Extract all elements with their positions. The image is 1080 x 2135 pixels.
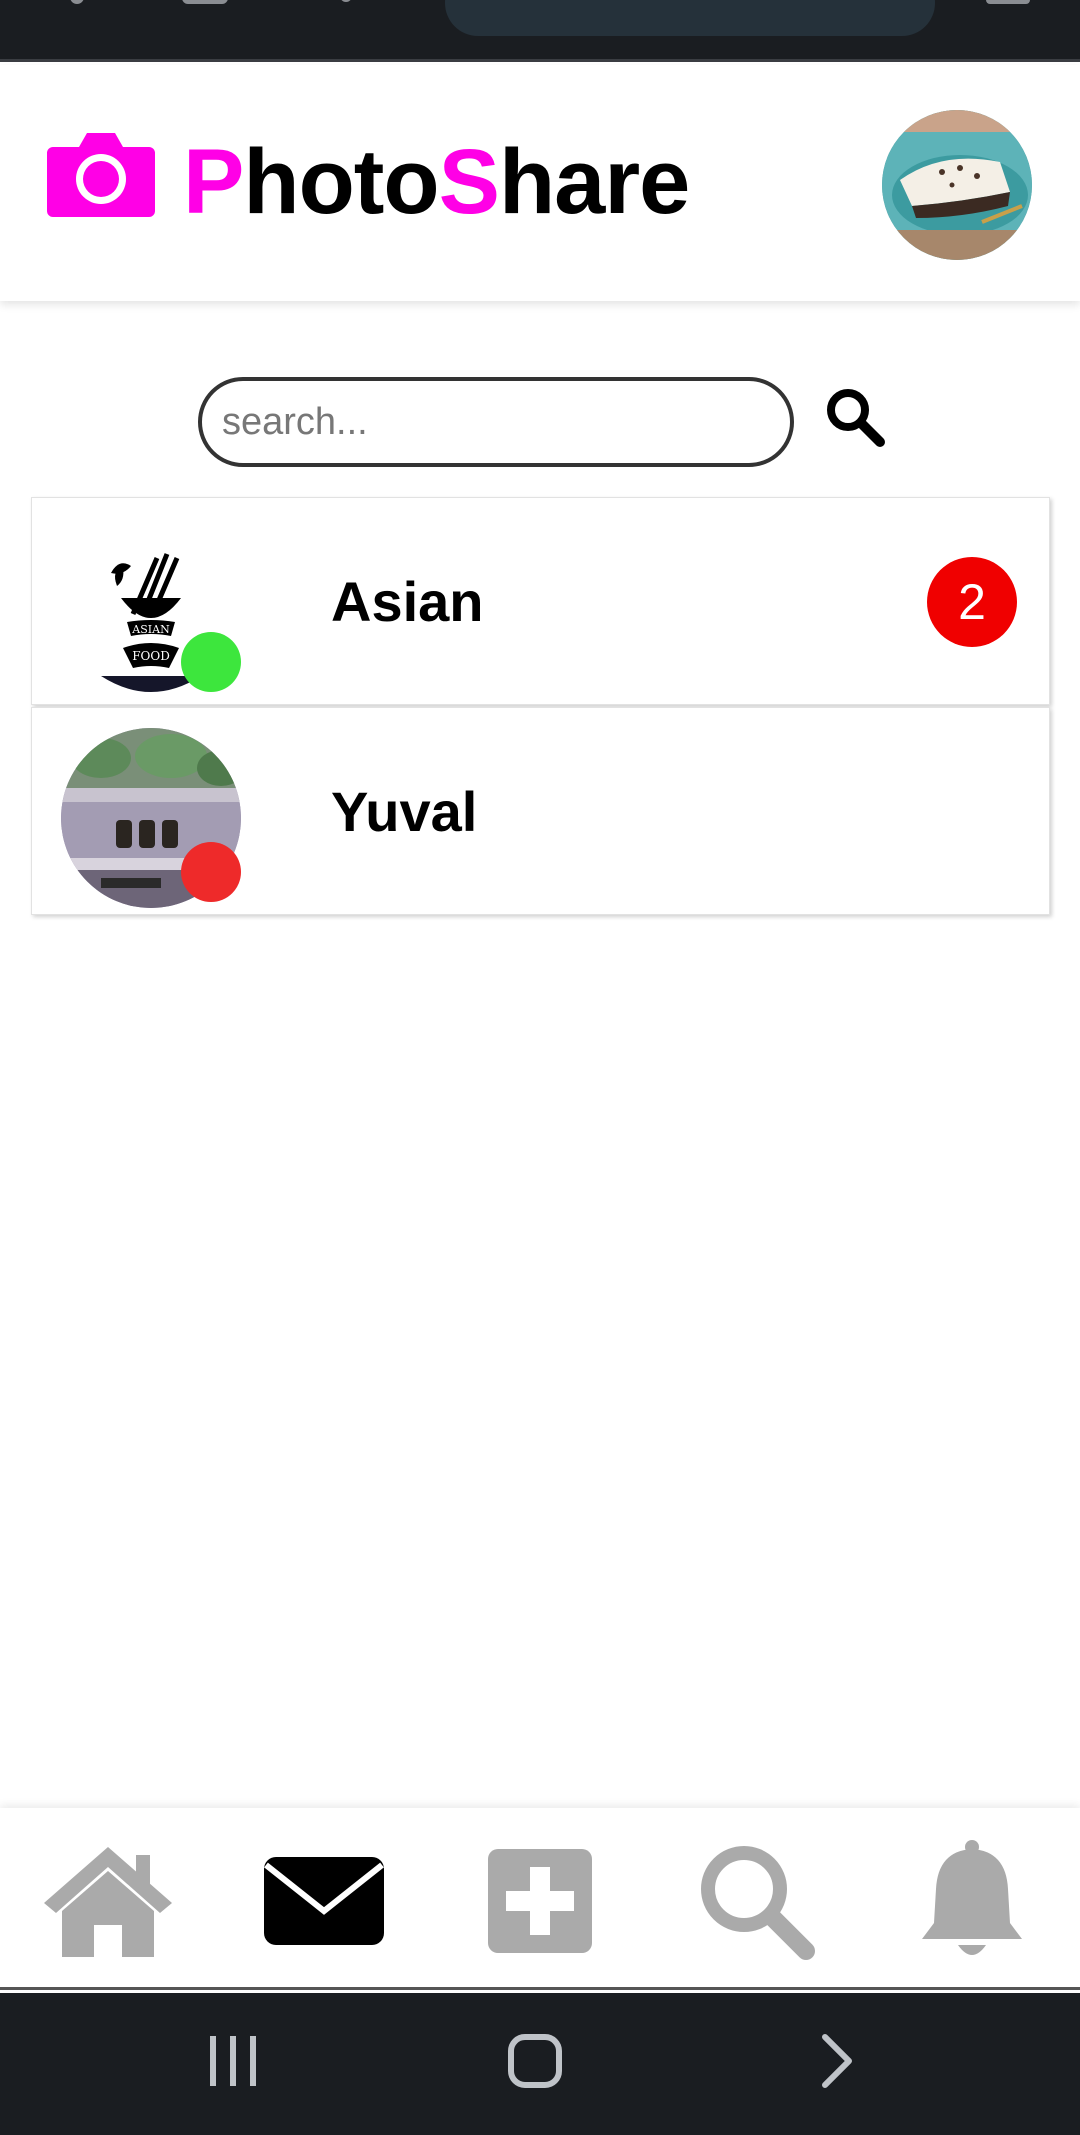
bottom-nav (0, 1808, 1080, 1990)
home-button-icon (507, 2033, 563, 2094)
chat-name: Yuval (331, 780, 478, 843)
app-title[interactable]: PhotoShare (183, 127, 690, 237)
svg-text:FOOD: FOOD (132, 649, 170, 663)
online-status-dot (181, 632, 241, 692)
search-icon (824, 386, 886, 453)
chat-item-yuval[interactable]: Yuval (31, 707, 1050, 915)
search-input[interactable] (198, 377, 794, 467)
status-icon (70, 0, 84, 4)
battery-icon (986, 0, 1030, 4)
camera-logo-icon (47, 127, 155, 219)
recent-apps-button[interactable] (188, 2028, 278, 2098)
chat-list: ASIAN FOOD Asian 2 Yuval (31, 497, 1050, 917)
app-header: PhotoShare (0, 65, 1080, 301)
system-status-bar (0, 0, 1080, 62)
system-nav-bar (0, 1993, 1080, 2135)
camera-cutout (445, 0, 935, 36)
plus-square-icon (486, 1847, 594, 1960)
back-chevron-icon (821, 2033, 855, 2094)
search-button[interactable] (820, 384, 890, 454)
svg-text:ASIAN: ASIAN (131, 623, 170, 636)
status-icon (182, 0, 228, 4)
envelope-icon (262, 1855, 386, 1952)
back-button[interactable] (793, 2028, 883, 2098)
nav-messages[interactable] (254, 1838, 394, 1968)
home-icon (40, 1841, 176, 1966)
profile-avatar[interactable] (882, 110, 1032, 260)
nav-notifications[interactable] (902, 1838, 1042, 1968)
chat-item-asian[interactable]: ASIAN FOOD Asian 2 (31, 497, 1050, 705)
nav-add[interactable] (470, 1838, 610, 1968)
nav-search[interactable] (686, 1838, 826, 1968)
bell-icon (918, 1839, 1026, 1968)
home-button[interactable] (490, 2028, 580, 2098)
recent-apps-icon (208, 2034, 258, 2093)
unread-badge: 2 (927, 557, 1017, 647)
chat-name: Asian (331, 570, 484, 633)
offline-status-dot (181, 842, 241, 902)
status-icon (340, 0, 352, 2)
search-icon (694, 1839, 818, 1968)
nav-home[interactable] (38, 1838, 178, 1968)
app-screen: PhotoShare search... ASIAN FOOD Asian 2 … (0, 0, 1080, 2135)
